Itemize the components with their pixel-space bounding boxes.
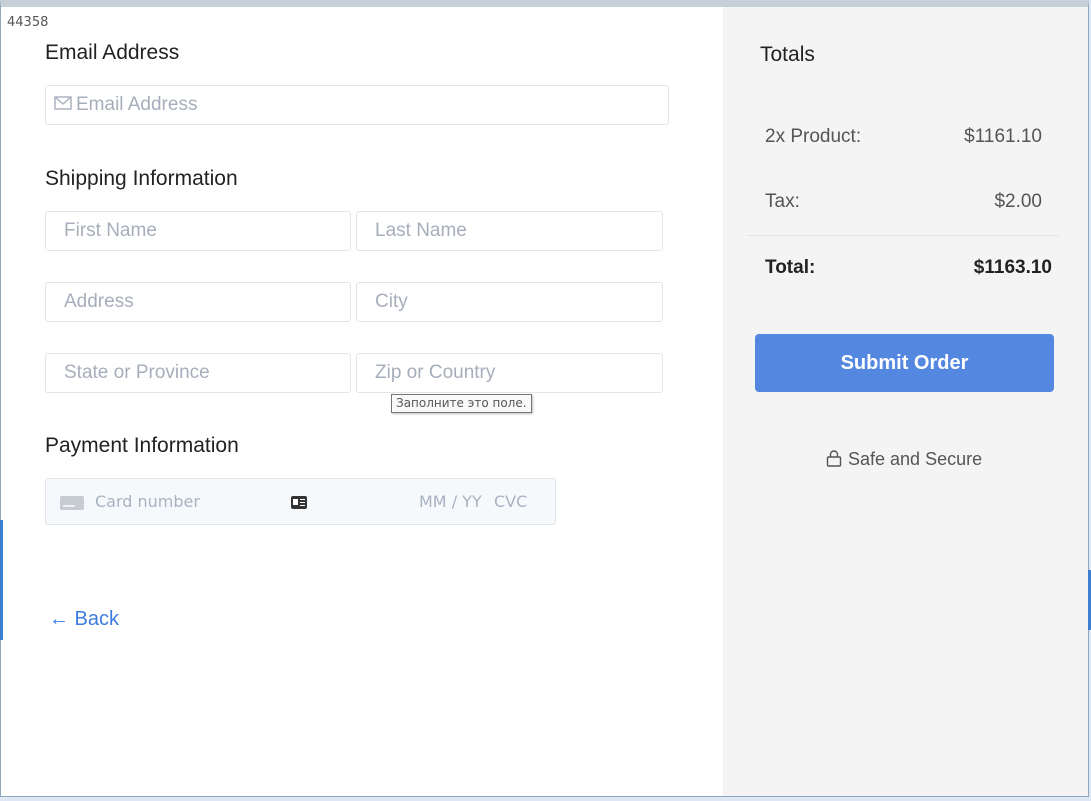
secure-label: Safe and Secure	[848, 449, 983, 469]
tax-value: $2.00	[994, 191, 1042, 212]
state-field[interactable]: State or Province	[45, 353, 351, 393]
email-heading: Email Address	[45, 41, 180, 64]
window-edge-left	[0, 520, 3, 640]
last-name-field[interactable]: Last Name	[356, 211, 663, 251]
payment-heading: Payment Information	[45, 434, 239, 457]
submit-order-button[interactable]: Submit Order	[755, 334, 1054, 392]
id-card-icon	[291, 496, 307, 509]
browser-window: Email Address Email Address Shipping Inf…	[0, 0, 1089, 797]
back-link[interactable]: ← Back	[49, 608, 119, 631]
secure-note: Safe and Secure	[826, 449, 982, 470]
city-field[interactable]: City	[356, 282, 663, 322]
card-input[interactable]: Card number MM / YY CVC	[45, 478, 556, 525]
validation-tooltip: Заполните это поле.	[391, 394, 532, 413]
totals-panel: Totals 2x Product: $1161.10 Tax: $2.00 T…	[723, 7, 1088, 796]
checkout-form-panel: Email Address Email Address Shipping Inf…	[1, 7, 723, 796]
totals-divider	[748, 235, 1058, 236]
card-expiry-placeholder: MM / YY	[419, 492, 482, 511]
lock-icon	[826, 450, 842, 467]
total-value: $1163.10	[973, 257, 1052, 278]
product-label: 2x Product:	[765, 126, 862, 147]
email-field[interactable]: Email Address	[45, 85, 669, 125]
card-cvc-placeholder: CVC	[494, 492, 528, 511]
zip-field[interactable]: Zip or Country	[356, 353, 663, 393]
address-field[interactable]: Address	[45, 282, 351, 322]
total-row: Total: $1163.10	[765, 257, 1052, 279]
product-row: 2x Product: $1161.10	[765, 126, 1042, 148]
tax-label: Tax:	[765, 191, 800, 212]
total-label: Total:	[765, 257, 816, 278]
first-name-field[interactable]: First Name	[45, 211, 351, 251]
tax-row: Tax: $2.00	[765, 191, 1042, 213]
email-placeholder: Email Address	[76, 94, 198, 115]
product-value: $1161.10	[964, 126, 1042, 147]
card-icon	[60, 496, 84, 510]
card-number-placeholder: Card number	[95, 492, 200, 511]
page-id-label: 44358	[7, 15, 49, 30]
totals-title: Totals	[760, 43, 815, 66]
mail-icon	[54, 96, 72, 110]
shipping-heading: Shipping Information	[45, 167, 238, 190]
